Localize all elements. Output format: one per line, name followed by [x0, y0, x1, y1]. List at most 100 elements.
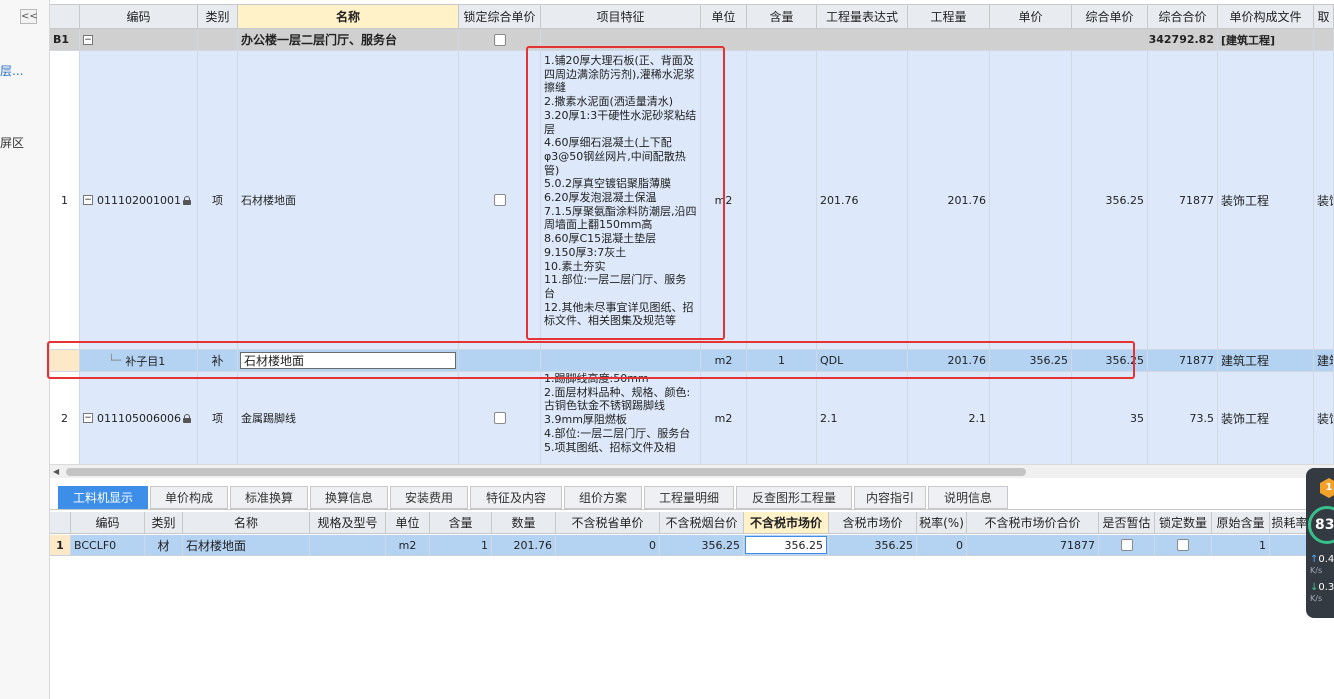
- left-panel-link[interactable]: 层...: [0, 62, 23, 79]
- header-code[interactable]: 编码: [80, 5, 198, 29]
- item-name-cell[interactable]: 石材楼地面: [238, 350, 459, 372]
- header-composite-unit-price[interactable]: 综合单价: [1072, 5, 1148, 29]
- header-composite-total[interactable]: 综合合价: [1148, 5, 1218, 29]
- tab-conversion-info[interactable]: 换算信息: [310, 486, 388, 509]
- item-unit-price[interactable]: 356.25: [990, 350, 1072, 372]
- tab-standard-conversion[interactable]: 标准换算: [230, 486, 308, 509]
- material-market-price-cell[interactable]: 356.25: [744, 535, 829, 556]
- header-tax-market-price[interactable]: 含税市场价: [829, 512, 917, 534]
- collapse-panel-button[interactable]: <<: [20, 9, 38, 24]
- item-price-file[interactable]: 装饰工程: [1218, 51, 1314, 350]
- header-extra[interactable]: 取: [1314, 5, 1334, 29]
- header-lock-quantity[interactable]: 锁定数量: [1155, 512, 1212, 534]
- item-code-text: 011102001001: [97, 193, 181, 207]
- item-price-file[interactable]: 装饰工程: [1218, 372, 1314, 464]
- header-content[interactable]: 含量: [430, 512, 492, 534]
- item-unit: m2: [701, 372, 747, 464]
- bill-item-row[interactable]: 2 − 011105006006 项 金属踢脚线 1.踢脚线高度:50mm 2.面…: [50, 372, 1334, 464]
- material-loss-rate[interactable]: [1270, 535, 1310, 556]
- features-list: 1.踢脚线高度:50mm 2.面层材料品种、规格、颜色:古铜色钛金不锈钢踢脚线 3.…: [544, 372, 697, 454]
- material-content[interactable]: 1: [430, 535, 492, 556]
- header-original-content[interactable]: 原始含量: [1212, 512, 1270, 534]
- material-provincial-price: 0: [556, 535, 660, 556]
- collapse-tree-icon[interactable]: −: [83, 413, 93, 423]
- header-quantity[interactable]: 工程量: [908, 5, 990, 29]
- item-qty-expression[interactable]: 2.1: [817, 372, 908, 464]
- tab-features-content[interactable]: 特征及内容: [470, 486, 562, 509]
- header-code[interactable]: 编码: [71, 512, 145, 534]
- materials-grid: 编码 类别 名称 规格及型号 单位 含量 数量 不含税省单价 不含税烟台价 不含…: [50, 512, 1310, 699]
- lock-price-checkbox[interactable]: [493, 33, 506, 46]
- is-estimate-checkbox[interactable]: [1120, 539, 1133, 551]
- item-qty-expression[interactable]: QDL: [817, 350, 908, 372]
- item-quantity: 2.1: [908, 372, 990, 464]
- material-tax-rate[interactable]: 0: [917, 535, 967, 556]
- header-market-price[interactable]: 不含税市场价: [744, 512, 829, 534]
- tab-price-composition[interactable]: 单价构成: [150, 486, 228, 509]
- item-content: [747, 372, 817, 464]
- notification-badge-icon: 1: [1320, 478, 1334, 498]
- material-original-content: 1: [1212, 535, 1270, 556]
- item-extra: 装饰: [1314, 372, 1334, 464]
- tab-description[interactable]: 说明信息: [928, 486, 1008, 509]
- tab-quantity-detail[interactable]: 工程量明细: [644, 486, 734, 509]
- material-unit: m2: [386, 535, 430, 556]
- item-name[interactable]: 石材楼地面: [238, 51, 459, 350]
- header-yantai-price[interactable]: 不含税烟台价: [660, 512, 744, 534]
- material-spec[interactable]: [310, 535, 386, 556]
- header-market-total[interactable]: 不含税市场价合价: [967, 512, 1099, 534]
- header-quantity[interactable]: 数量: [492, 512, 556, 534]
- header-price-file[interactable]: 单价构成文件: [1218, 5, 1314, 29]
- horizontal-scrollbar[interactable]: ◀: [50, 464, 1334, 478]
- sub-item-row[interactable]: └─ 补子目1 补 石材楼地面 m2 1 QDL 201.76 356.25 3…: [50, 350, 1334, 372]
- lock-price-checkbox[interactable]: [493, 412, 506, 424]
- tab-install-fee[interactable]: 安装费用: [390, 486, 468, 509]
- item-code: └─ 补子目1: [80, 350, 198, 372]
- header-content[interactable]: 含量: [747, 5, 817, 29]
- feature-line: 10.素土夯实: [544, 259, 606, 273]
- header-type[interactable]: 类别: [145, 512, 183, 534]
- material-tax-market-price: 356.25: [829, 535, 917, 556]
- header-qty-expression[interactable]: 工程量表达式: [817, 5, 908, 29]
- bill-item-row[interactable]: 1 − 011102001001 项 石材楼地面 1.铺20厚大理石板(正、背面…: [50, 51, 1334, 350]
- header-name[interactable]: 名称: [238, 5, 459, 29]
- scrollbar-thumb[interactable]: [66, 468, 1026, 476]
- scroll-left-icon[interactable]: ◀: [53, 467, 59, 476]
- item-name[interactable]: 金属踢脚线: [238, 372, 459, 464]
- feature-line: 4.60厚细石混凝土(上下配φ3@50钢丝网片,中间配散热管): [544, 136, 686, 177]
- group-row[interactable]: B1 − 办公楼一层二层门厅、服务台 342792.82 [建筑工程]: [50, 29, 1334, 51]
- tab-pricing-plan[interactable]: 组价方案: [564, 486, 642, 509]
- item-unit: m2: [701, 350, 747, 372]
- header-name[interactable]: 名称: [183, 512, 310, 534]
- header-lock-price[interactable]: 锁定综合单价: [459, 5, 541, 29]
- tab-reverse-graphic-qty[interactable]: 反查图形工程量: [736, 486, 852, 509]
- header-loss-rate[interactable]: 损耗率: [1270, 512, 1310, 534]
- item-qty-expression[interactable]: 201.76: [817, 51, 908, 350]
- item-extra: 建筑: [1314, 350, 1334, 372]
- header-unit[interactable]: 单位: [701, 5, 747, 29]
- material-market-total: 71877: [967, 535, 1099, 556]
- item-content[interactable]: 1: [747, 350, 817, 372]
- material-name[interactable]: 石材楼地面: [183, 535, 310, 556]
- header-unit-price[interactable]: 单价: [990, 5, 1072, 29]
- network-speed-widget[interactable]: 1 83 ↑0.4 K/s ↓0.3 K/s: [1306, 468, 1334, 618]
- item-price-file[interactable]: 建筑工程: [1218, 350, 1314, 372]
- lock-quantity-checkbox[interactable]: [1177, 539, 1189, 551]
- collapse-tree-icon[interactable]: −: [83, 34, 93, 45]
- header-tax-rate[interactable]: 税率(%): [917, 512, 967, 534]
- market-price-input[interactable]: 356.25: [745, 536, 827, 554]
- header-provincial-price[interactable]: 不含税省单价: [556, 512, 660, 534]
- header-type[interactable]: 类别: [198, 5, 238, 29]
- item-name-input[interactable]: 石材楼地面: [240, 352, 456, 369]
- lock-price-checkbox[interactable]: [493, 194, 506, 206]
- header-unit[interactable]: 单位: [386, 512, 430, 534]
- tab-content-guide[interactable]: 内容指引: [854, 486, 926, 509]
- item-features[interactable]: 1.踢脚线高度:50mm 2.面层材料品种、规格、颜色:古铜色钛金不锈钢踢脚线 3.…: [541, 372, 701, 464]
- item-features[interactable]: 1.铺20厚大理石板(正、背面及四周边满涂防污剂),灌稀水泥浆擦缝 2.撒素水泥面…: [541, 51, 701, 350]
- header-features[interactable]: 项目特征: [541, 5, 701, 29]
- header-is-estimate[interactable]: 是否暂估: [1099, 512, 1155, 534]
- tab-materials[interactable]: 工料机显示: [58, 486, 148, 509]
- item-extra: 装饰: [1314, 51, 1334, 350]
- collapse-tree-icon[interactable]: −: [83, 195, 93, 205]
- header-spec[interactable]: 规格及型号: [310, 512, 386, 534]
